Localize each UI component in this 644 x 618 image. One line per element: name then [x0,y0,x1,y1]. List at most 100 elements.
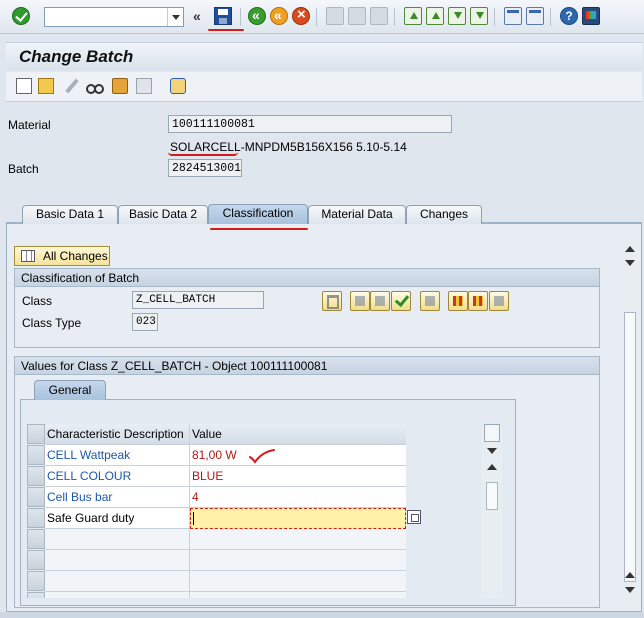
table-row[interactable] [27,529,406,550]
assign-icon[interactable] [370,291,390,311]
tab-changes[interactable]: Changes [406,205,482,224]
scroll-down-icon[interactable] [625,260,635,266]
panel-scrollbar[interactable] [622,242,638,606]
table-row[interactable]: Safe Guard duty [27,508,406,529]
hierarchy-icon[interactable] [448,291,468,311]
empty-cell[interactable] [45,529,190,550]
characteristic-value[interactable]: BLUE [190,466,406,487]
exit-icon[interactable] [270,7,288,25]
characteristic-description: CELL COLOUR [45,466,190,487]
print-icon[interactable] [326,7,344,25]
characteristic-description: Safe Guard duty [45,508,190,529]
empty-cell[interactable] [45,550,190,571]
scroll-down-icon[interactable] [487,448,497,454]
scroll-thumb[interactable] [486,482,498,510]
tab-classification[interactable]: Classification [208,204,308,224]
classification-group: Classification of Batch [14,268,600,348]
separator [494,8,495,26]
tab-basic-data-2[interactable]: Basic Data 2 [118,205,208,224]
shortcut-icon[interactable] [526,7,544,25]
table-row[interactable]: Cell Bus bar 4 [27,487,406,508]
class-label: Class [22,294,53,308]
pencil-icon[interactable] [64,78,80,94]
check-icon[interactable] [12,7,30,25]
empty-cell[interactable] [190,592,406,598]
first-page-icon[interactable] [404,7,422,25]
class-type-label: Class Type [22,316,82,330]
empty-cell[interactable] [190,571,406,592]
table-row[interactable] [27,571,406,592]
next-page-icon[interactable] [448,7,466,25]
page-title: Change Batch [19,47,134,66]
back-icon[interactable] [248,7,266,25]
batch-where-used-icon[interactable] [112,78,128,94]
empty-cell[interactable] [190,529,406,550]
column-config-icon[interactable] [484,424,500,442]
new-document-icon[interactable] [16,78,32,94]
tab-basic-data-1[interactable]: Basic Data 1 [22,205,118,224]
table-row[interactable] [27,550,406,571]
separator [394,8,395,26]
chevron-down-icon[interactable] [167,8,183,26]
command-field[interactable] [44,7,184,27]
organizer-icon[interactable] [170,78,186,94]
cancel-icon[interactable] [292,6,310,25]
class-field[interactable]: Z_CELL_BATCH [132,291,264,309]
row-selector[interactable] [27,466,45,486]
row-selector[interactable] [27,445,45,465]
copy-icon[interactable] [489,291,509,311]
characteristic-value[interactable]: 4 [190,487,406,508]
class-type-field[interactable]: 023 [132,313,158,331]
check-icon[interactable] [391,291,411,311]
last-page-icon[interactable] [470,7,488,25]
collapse-icon[interactable]: « [193,8,201,24]
find-next-icon[interactable] [370,7,388,25]
material-field[interactable]: 100111100081 [168,115,452,133]
scroll-up-icon[interactable] [625,246,635,252]
edit-values-icon[interactable] [350,291,370,311]
batch-field[interactable]: 2824513001 [168,159,242,177]
table-row[interactable] [27,592,406,598]
prev-page-icon[interactable] [426,7,444,25]
tab-general[interactable]: General [34,380,106,400]
characteristic-value[interactable]: 81,00 W [190,445,406,466]
title-bar: Change Batch [6,42,642,70]
display-glasses-icon[interactable] [86,78,104,94]
characteristic-value-input[interactable] [190,508,406,529]
empty-cell[interactable] [45,592,190,598]
select-all-cell[interactable] [27,424,45,444]
scroll-thumb[interactable] [624,312,636,582]
scroll-up-icon[interactable] [625,572,635,578]
save-icon[interactable] [214,7,232,25]
column-header[interactable]: Characteristic Description [45,424,190,445]
row-selector[interactable] [27,571,45,591]
tab-material-data[interactable]: Material Data [308,205,406,224]
row-selector[interactable] [27,529,45,549]
column-header[interactable]: Value [190,424,406,445]
delete-icon[interactable] [322,291,342,311]
layout-icon[interactable] [582,7,600,25]
help-icon[interactable]: ? [560,7,578,25]
batch-label: Batch [8,162,39,176]
table-row[interactable]: CELL COLOUR BLUE [27,466,406,487]
document-icon[interactable] [136,78,152,94]
document-icon[interactable] [420,291,440,311]
new-session-icon[interactable] [504,7,522,25]
table-scrollbar[interactable] [482,424,502,598]
table-view-icon[interactable] [468,291,488,311]
table-row[interactable]: CELL Wattpeak 81,00 W [27,445,406,466]
all-changes-button[interactable]: All Changes [14,246,110,266]
find-icon[interactable] [348,7,366,25]
value-help-icon[interactable] [407,510,421,524]
classification-group-title: Classification of Batch [15,269,599,287]
row-selector[interactable] [27,487,45,507]
row-selector[interactable] [27,550,45,570]
copy-icon[interactable] [38,78,54,94]
empty-cell[interactable] [45,571,190,592]
empty-cell[interactable] [190,550,406,571]
characteristic-description: CELL Wattpeak [45,445,190,466]
scroll-up-icon[interactable] [487,464,497,470]
scroll-down-icon[interactable] [625,587,635,593]
row-selector[interactable] [27,508,45,528]
row-selector[interactable] [27,592,45,598]
